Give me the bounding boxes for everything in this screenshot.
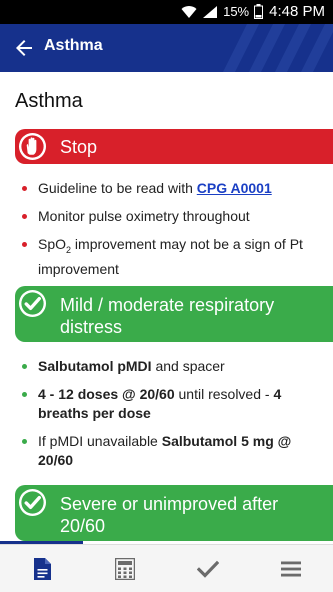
item-text: Guideline to be read with	[38, 180, 197, 196]
item-text: Monitor pulse oximetry throughout	[38, 208, 250, 224]
mild-moderate-label: Mild / moderate respiratory distress	[60, 295, 275, 337]
checkmark-icon	[197, 560, 220, 578]
document-icon	[33, 557, 51, 580]
item-text: If pMDI unavailable	[38, 433, 162, 449]
header-stripes-decoration	[223, 24, 333, 72]
item-text: improvement may not be a sign of Pt impr…	[38, 236, 303, 277]
list-item: SpO2 improvement may not be a sign of Pt…	[20, 235, 320, 279]
mild-moderate-banner: Mild / moderate respiratory distress	[15, 286, 333, 342]
tab-calculator[interactable]	[83, 545, 166, 592]
menu-icon	[281, 561, 302, 576]
stop-label: Stop	[60, 137, 98, 157]
list-item: Guideline to be read with CPG A0001	[20, 179, 320, 198]
item-bold: 4 - 12 doses @ 20/60	[38, 386, 175, 402]
app-bar-title: Asthma	[44, 37, 103, 54]
bottom-nav	[0, 544, 333, 592]
check-circle-icon	[18, 488, 47, 517]
tab-menu[interactable]	[250, 545, 333, 592]
guideline-content[interactable]: Asthma Stop Guideline to be read with CP…	[0, 72, 333, 542]
back-arrow-icon[interactable]	[12, 36, 36, 60]
list-item: Monitor pulse oximetry throughout	[20, 207, 320, 226]
severe-label: Severe or unimproved after 20/60	[60, 494, 279, 536]
list-item: 4 - 12 doses @ 20/60 until resolved - 4 …	[20, 385, 320, 423]
severe-banner: Severe or unimproved after 20/60	[15, 485, 333, 541]
clock: 4:48 PM	[269, 3, 325, 20]
tab-checklist[interactable]	[167, 545, 250, 592]
list-item: If pMDI unavailable Salbutamol 5 mg @ 20…	[20, 432, 320, 470]
wifi-icon	[181, 5, 197, 18]
page-title: Asthma	[15, 90, 83, 112]
mild-moderate-list: Salbutamol pMDI and spacer 4 - 12 doses …	[20, 357, 320, 479]
cpg-link[interactable]: CPG A0001	[197, 180, 272, 196]
item-text: SpO	[38, 236, 67, 252]
stop-list: Guideline to be read with CPG A0001 Moni…	[20, 179, 320, 288]
tab-document[interactable]	[0, 545, 83, 592]
stop-hand-icon	[18, 132, 47, 161]
calculator-icon	[114, 557, 135, 580]
item-text: until resolved -	[174, 386, 274, 402]
list-item: Salbutamol pMDI and spacer	[20, 357, 320, 376]
check-circle-icon	[18, 289, 47, 318]
item-text: and spacer	[151, 358, 225, 374]
app-bar: Asthma	[0, 24, 333, 72]
battery-percent: 15%	[223, 4, 250, 19]
item-bold: Salbutamol pMDI	[38, 358, 152, 374]
stop-banner: Stop	[15, 129, 333, 164]
signal-icon	[203, 5, 218, 18]
battery-icon	[254, 4, 264, 19]
status-bar: 15% 4:48 PM	[0, 0, 333, 24]
